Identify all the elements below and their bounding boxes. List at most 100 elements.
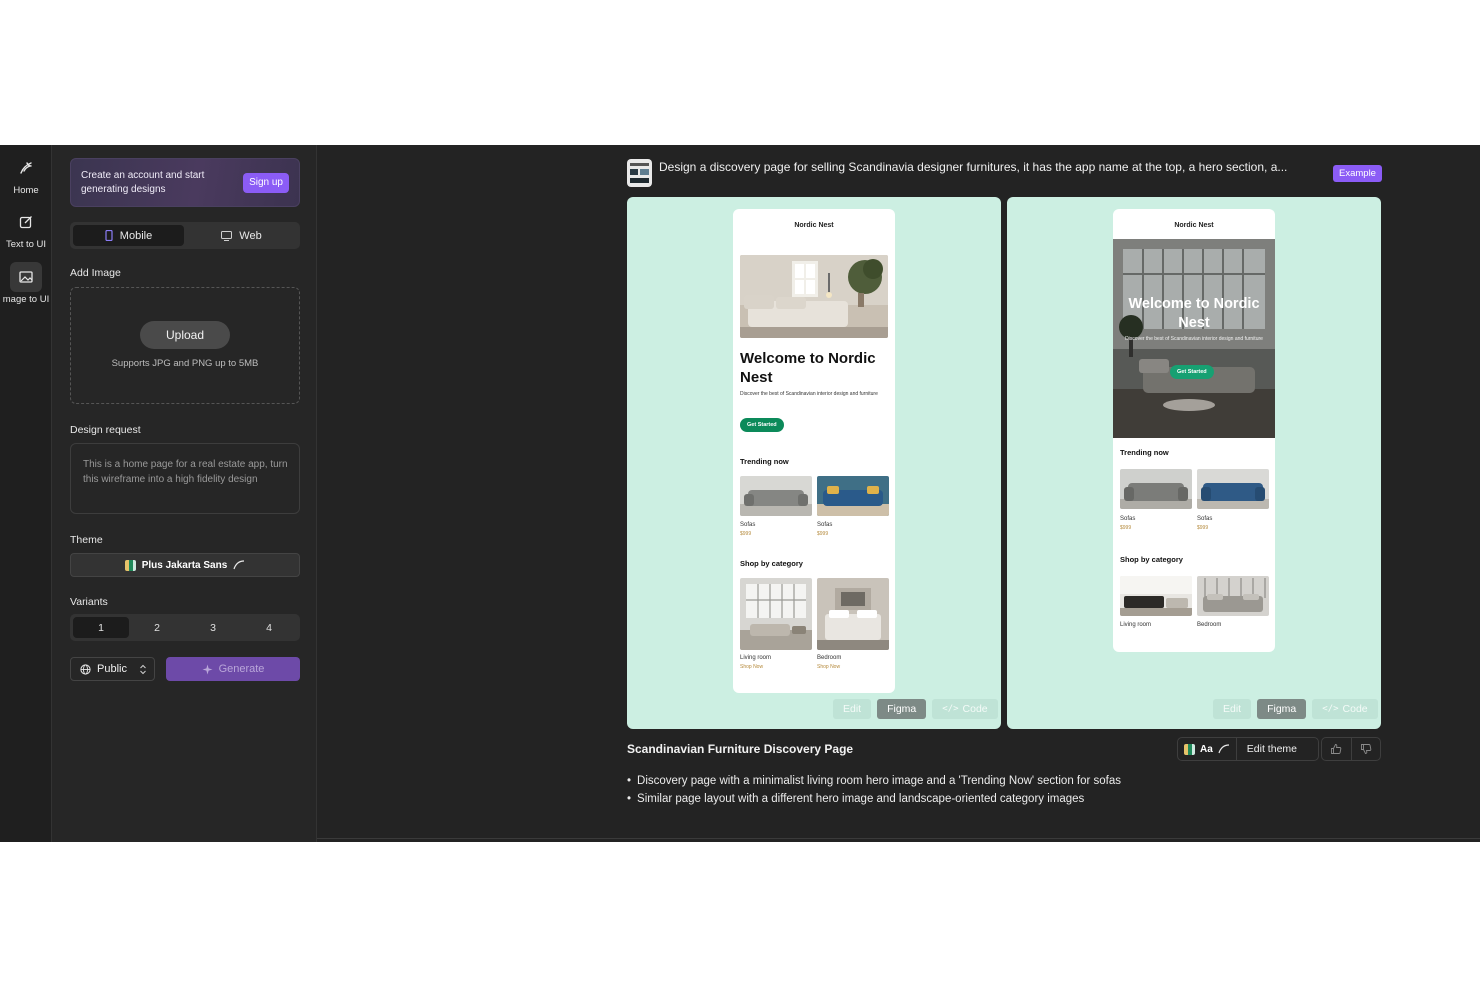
edit-theme-button[interactable]: Edit theme — [1237, 743, 1297, 755]
signup-button[interactable]: Sign up — [243, 173, 289, 193]
hero-image — [740, 255, 888, 338]
category-thumb-bedroom — [1197, 576, 1269, 616]
edit-button[interactable]: Edit — [833, 699, 872, 719]
phone-preview-2: Nordic Nest Welcome to Nordic Nest Disco… — [1113, 209, 1275, 652]
result-title: Scandinavian Furniture Discovery Page — [627, 742, 854, 756]
visibility-value: Public — [97, 663, 127, 675]
variant-option-3[interactable]: 3 — [185, 617, 241, 638]
category-label-living: Living room — [1120, 622, 1152, 628]
hero-overlay-description: Discover the best of Scandinavian interi… — [1125, 336, 1263, 342]
category-thumb-bedroom — [817, 578, 889, 650]
figma-button[interactable]: Figma — [877, 699, 927, 719]
rail-label-image-to-ui: mage to UI — [2, 294, 50, 305]
code-button[interactable]: </> Code — [1312, 699, 1378, 719]
image-dropzone[interactable]: Upload Supports JPG and PNG up to 5MB — [70, 287, 300, 404]
code-icon: </> — [942, 704, 959, 714]
theme-font-button[interactable]: Aa — [1178, 738, 1237, 760]
generate-button[interactable]: Generate — [166, 657, 300, 681]
category-label-bedroom: Bedroom — [817, 655, 842, 661]
font-abbrev: Aa — [1200, 743, 1213, 755]
trending-label-1: Sofas — [1120, 516, 1136, 522]
example-badge: Example — [1333, 165, 1382, 182]
edit-icon — [10, 207, 42, 237]
variants-selector: 1 2 3 4 — [70, 614, 300, 641]
image-icon — [10, 262, 42, 292]
promo-text: Create an account and start generating d… — [81, 170, 205, 195]
card-actions-2: Edit Figma </> Code — [1213, 699, 1378, 719]
visibility-select[interactable]: Public — [70, 657, 155, 681]
palette-icon — [1184, 743, 1195, 755]
code-button[interactable]: </> Code — [932, 699, 998, 719]
signup-promo: Create an account and start generating d… — [70, 158, 300, 207]
platform-web-label: Web — [239, 229, 262, 242]
upload-hint: Supports JPG and PNG up to 5MB — [111, 358, 259, 369]
trending-thumb-2 — [817, 476, 889, 516]
rail-item-home[interactable]: Home — [0, 153, 52, 196]
home-icon — [10, 153, 42, 183]
rail-label-text-to-ui: Text to UI — [5, 239, 47, 250]
generate-label: Generate — [218, 663, 265, 675]
code-icon: </> — [1322, 704, 1339, 714]
sparkle-icon — [202, 664, 213, 674]
palette-icon — [124, 559, 136, 571]
main-area: Design a discovery page for selling Scan… — [317, 145, 1480, 842]
list-item: Similar page layout with a different her… — [627, 790, 1387, 808]
category-label-living: Living room — [740, 655, 772, 661]
rail-item-text-to-ui[interactable]: Text to UI — [0, 207, 52, 250]
phone-preview-1: Nordic Nest Welcome to Nordic Nest Disco… — [733, 209, 895, 693]
feedback-buttons — [1321, 737, 1381, 761]
trending-label-1: Sofas — [740, 522, 756, 528]
theme-pill: Aa Edit theme — [1177, 737, 1319, 761]
upload-button[interactable]: Upload — [140, 321, 230, 349]
prompt-thumbnail — [627, 159, 652, 187]
variant-option-2[interactable]: 2 — [129, 617, 185, 638]
mobile-icon — [105, 230, 113, 241]
edit-button[interactable]: Edit — [1213, 699, 1252, 719]
add-image-label: Add Image — [70, 267, 121, 279]
curve-icon — [1218, 744, 1229, 754]
trending-thumb-1 — [740, 476, 812, 516]
category-thumb-living — [1120, 576, 1192, 616]
trending-thumb-1 — [1120, 469, 1192, 509]
theme-label: Theme — [70, 534, 103, 546]
figma-button[interactable]: Figma — [1257, 699, 1307, 719]
result-card-1[interactable]: Nordic Nest Welcome to Nordic Nest Disco… — [627, 197, 1001, 729]
category-title: Shop by category — [740, 559, 803, 568]
card-actions-1: Edit Figma </> Code — [833, 699, 998, 719]
hero-title: Welcome to Nordic Nest — [740, 350, 876, 386]
rail-item-image-to-ui[interactable]: mage to UI — [0, 262, 52, 305]
theme-selector[interactable]: Plus Jakarta Sans — [70, 553, 300, 577]
category-link-bedroom[interactable]: Shop Now — [817, 664, 840, 670]
variant-option-1[interactable]: 1 — [73, 617, 129, 638]
prompt-text: Design a discovery page for selling Scan… — [659, 160, 1288, 174]
hero-overlay-title: Welcome to Nordic Nest — [1128, 296, 1260, 331]
thumbs-down-icon[interactable] — [1350, 738, 1380, 760]
thumbs-up-icon[interactable] — [1322, 738, 1351, 760]
variant-option-4[interactable]: 4 — [241, 617, 297, 638]
platform-toggle: Mobile Web — [70, 222, 300, 249]
trending-title: Trending now — [1120, 448, 1169, 457]
platform-mobile-label: Mobile — [119, 229, 153, 242]
hero-description: Discover the best of Scandinavian interi… — [740, 391, 878, 397]
app-name: Nordic Nest — [794, 222, 834, 229]
get-started-button[interactable]: Get Started — [740, 418, 784, 432]
trending-thumb-2 — [1197, 469, 1269, 509]
platform-mobile-option[interactable]: Mobile — [73, 225, 184, 246]
trending-price-2: $999 — [817, 531, 829, 537]
monitor-icon — [221, 230, 233, 241]
rail-label-home: Home — [13, 185, 39, 196]
trending-label-2: Sofas — [1197, 516, 1213, 522]
platform-web-option[interactable]: Web — [186, 225, 297, 246]
divider — [317, 838, 1480, 839]
design-request-placeholder: This is a home page for a real estate ap… — [83, 459, 288, 485]
design-request-input[interactable]: This is a home page for a real estate ap… — [70, 443, 300, 514]
category-link-living[interactable]: Shop Now — [740, 664, 763, 670]
trending-price-1: $999 — [740, 531, 752, 537]
result-card-2[interactable]: Nordic Nest Welcome to Nordic Nest Disco… — [1007, 197, 1381, 729]
get-started-button[interactable]: Get Started — [1170, 365, 1214, 379]
trending-label-2: Sofas — [817, 522, 833, 528]
category-title: Shop by category — [1120, 555, 1183, 564]
curve-icon — [233, 560, 245, 570]
code-label: Code — [962, 703, 988, 715]
result-bullets: Discovery page with a minimalist living … — [627, 772, 1387, 808]
